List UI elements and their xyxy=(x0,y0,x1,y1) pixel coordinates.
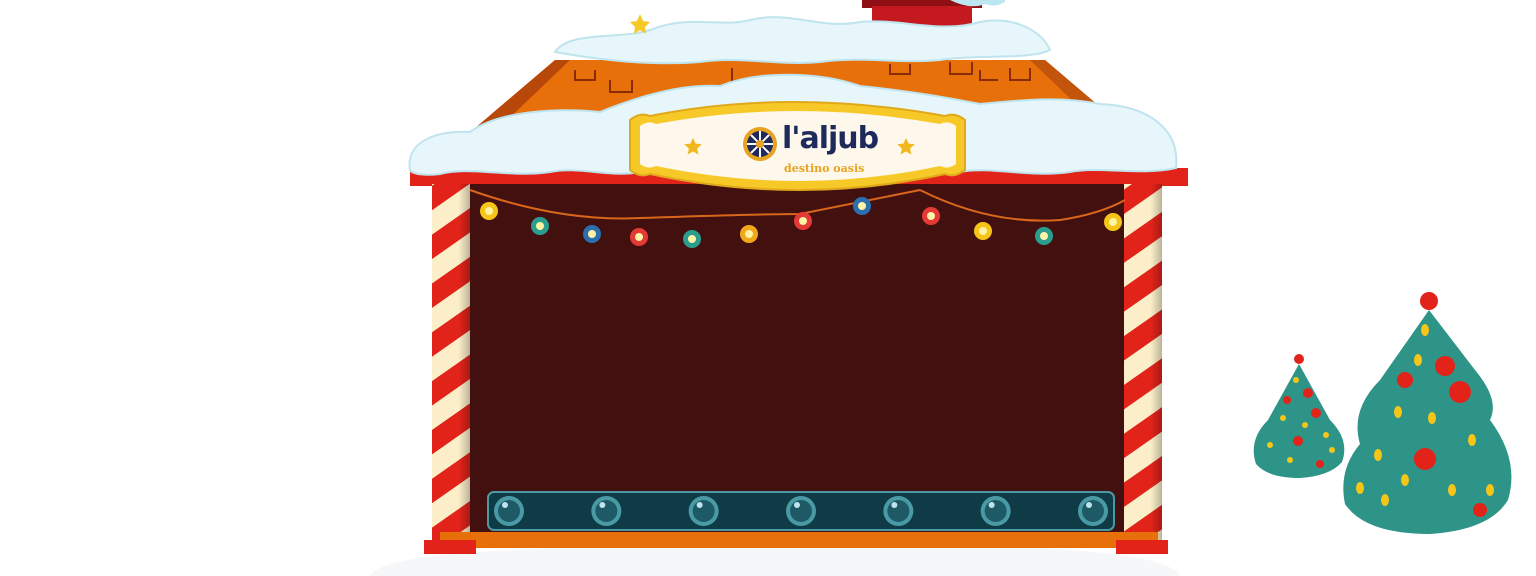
holiday-light-bulb xyxy=(974,222,992,240)
holiday-light-bulb xyxy=(531,217,549,235)
holiday-light-bulb xyxy=(794,212,812,230)
holiday-light-bulb xyxy=(683,230,701,248)
booth-scene xyxy=(370,0,1512,576)
tray-slot[interactable] xyxy=(591,496,622,526)
brand-name: l'aljub xyxy=(782,121,879,156)
post-base-right xyxy=(1116,540,1168,554)
holiday-light-bulb xyxy=(583,225,601,243)
tray-slot[interactable] xyxy=(980,496,1011,526)
candy-cane-post-right xyxy=(1124,184,1162,546)
holiday-light-bulb xyxy=(1104,213,1122,231)
brand-tagline: destino oasis xyxy=(784,162,865,175)
holiday-light-bulb xyxy=(630,228,648,246)
christmas-tree-small xyxy=(1253,354,1345,478)
holiday-light-bulb xyxy=(740,225,758,243)
holiday-light-bulb xyxy=(1035,227,1053,245)
tray-slot[interactable] xyxy=(883,496,914,526)
tray-slot[interactable] xyxy=(786,496,816,526)
christmas-tree-large xyxy=(1343,292,1512,534)
post-base-left xyxy=(424,540,476,554)
holiday-light-bulb xyxy=(922,207,940,225)
logo-sunburst-icon xyxy=(743,127,777,161)
tray-slot[interactable] xyxy=(494,496,524,526)
tray-slot[interactable] xyxy=(1078,496,1108,526)
tray-slot[interactable] xyxy=(688,496,719,526)
holiday-light-bulb xyxy=(480,202,498,220)
snow-ground xyxy=(370,543,1180,576)
booth-interior xyxy=(468,184,1130,536)
counter xyxy=(440,532,1158,548)
candy-cane-post-left xyxy=(432,184,470,546)
holiday-light-bulb xyxy=(853,197,871,215)
